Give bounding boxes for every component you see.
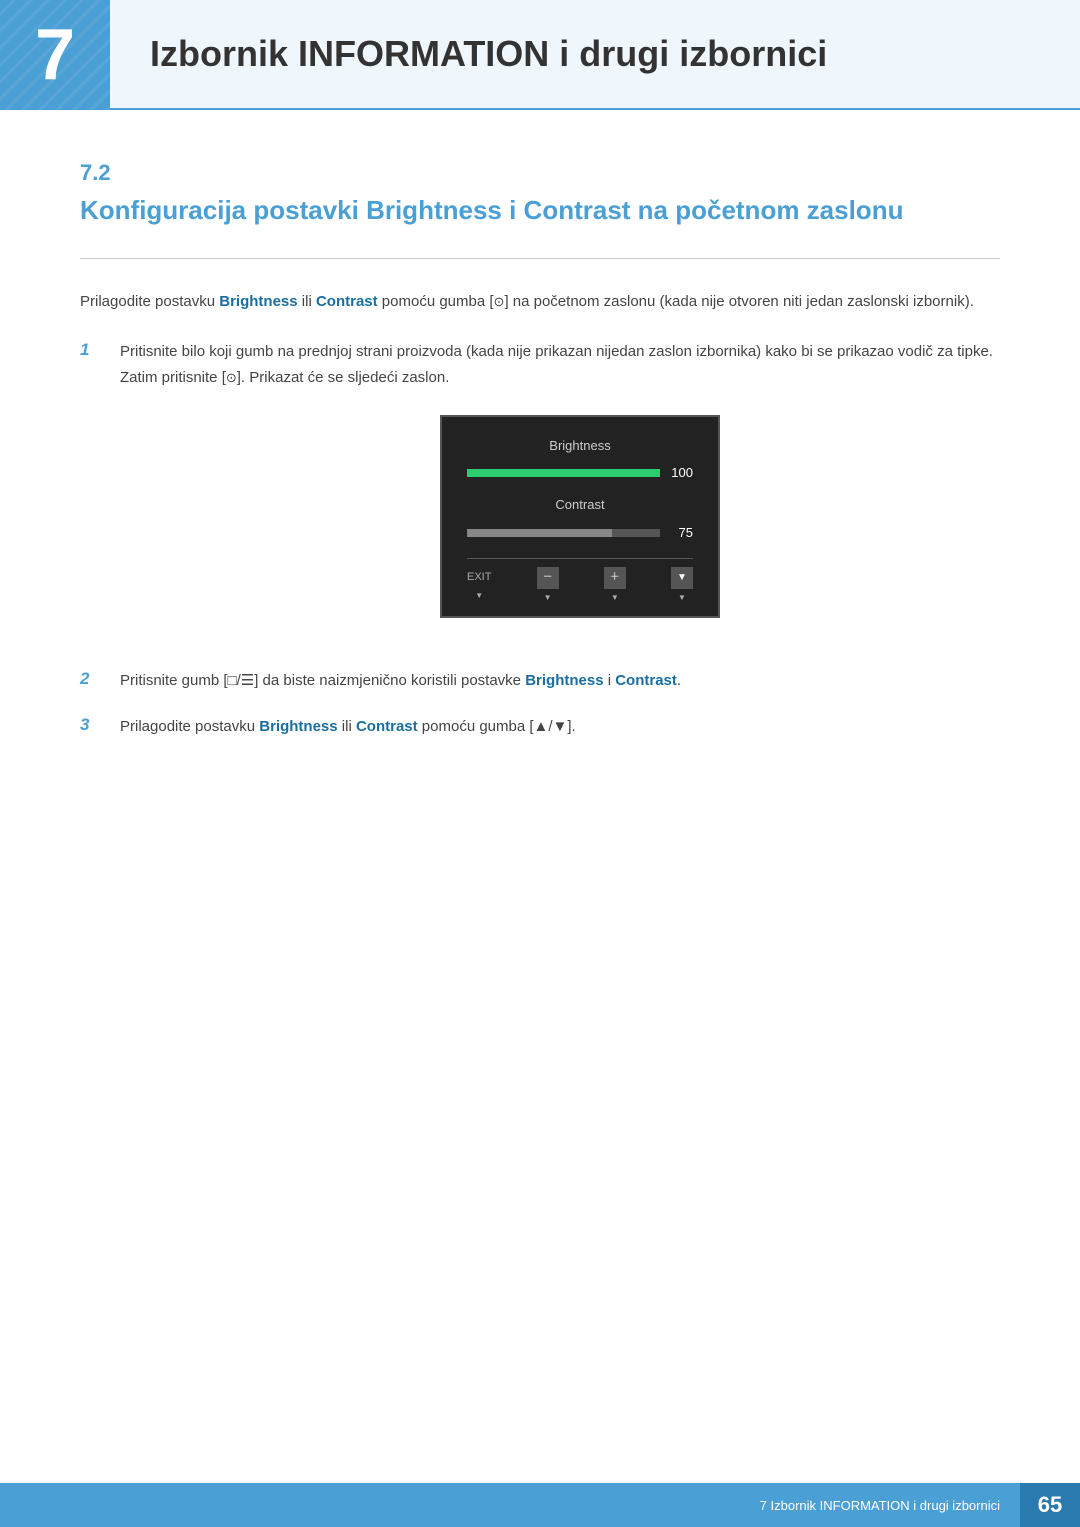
exit-arrow: ▼	[475, 589, 483, 603]
section-divider	[80, 258, 1000, 259]
main-content: 7.2 Konfiguracija postavki Brightness i …	[0, 110, 1080, 839]
menu-btn: ▼	[671, 567, 693, 589]
step-3-text: Prilagodite postavku Brightness ili Cont…	[120, 714, 1000, 740]
brightness-highlight: Brightness	[219, 293, 297, 310]
plus-col: ＋ ▼	[604, 567, 626, 605]
chapter-title-box: Izbornik INFORMATION i drugi izbornici	[110, 0, 1080, 110]
plus-btn: ＋	[604, 567, 626, 589]
brightness-value: 100	[668, 462, 693, 484]
contrast-bar-track	[467, 529, 660, 537]
minus-arrow: ▼	[544, 591, 552, 605]
menu-col: ▼ ▼	[671, 567, 693, 605]
section-heading: 7.2 Konfiguracija postavki Brightness i …	[80, 160, 1000, 228]
step-1-number: 1	[80, 340, 120, 360]
step-3-number: 3	[80, 715, 120, 735]
footer-page-number: 65	[1020, 1483, 1080, 1527]
contrast-row: Contrast 75	[467, 494, 693, 543]
brightness-label: Brightness	[467, 435, 693, 457]
page-footer: 7 Izbornik INFORMATION i drugi izbornici…	[0, 1483, 1080, 1527]
brightness-bar-fill	[467, 469, 660, 477]
minus-col: － ▼	[537, 567, 559, 605]
step-2-number: 2	[80, 669, 120, 689]
contrast-bar-fill	[467, 529, 612, 537]
brightness-bar-track	[467, 469, 660, 477]
chapter-title: Izbornik INFORMATION i drugi izbornici	[150, 33, 827, 75]
section-number: 7.2	[80, 160, 1000, 186]
step2-brightness: Brightness	[525, 672, 603, 689]
contrast-bar-container: 75	[467, 522, 693, 544]
steps-list: 1 Pritisnite bilo koji gumb na prednjoj …	[80, 339, 1000, 739]
contrast-value: 75	[668, 522, 693, 544]
contrast-label: Contrast	[467, 494, 693, 516]
step-1-text: Pritisnite bilo koji gumb na prednjoj st…	[120, 339, 1000, 648]
step-1: 1 Pritisnite bilo koji gumb na prednjoj …	[80, 339, 1000, 648]
step-2-text: Pritisnite gumb [□/☰] da biste naizmjeni…	[120, 668, 1000, 694]
exit-label: EXIT	[467, 568, 491, 587]
footer-text: 7 Izbornik INFORMATION i drugi izbornici	[760, 1498, 1020, 1513]
osd-screen: Brightness 100 Contrast	[440, 415, 720, 618]
step-3: 3 Prilagodite postavku Brightness ili Co…	[80, 714, 1000, 740]
step2-contrast: Contrast	[615, 672, 677, 689]
chapter-number-box: 7	[0, 0, 110, 110]
osd-footer: EXIT ▼ － ▼ ＋ ▼	[467, 558, 693, 605]
osd-container: Brightness 100 Contrast	[160, 415, 1000, 618]
menu-arrow: ▼	[678, 591, 686, 605]
section-title: Konfiguracija postavki Brightness i Cont…	[80, 194, 1000, 228]
page-header: 7 Izbornik INFORMATION i drugi izbornici	[0, 0, 1080, 110]
minus-btn: －	[537, 567, 559, 589]
contrast-highlight: Contrast	[316, 293, 378, 310]
intro-paragraph: Prilagodite postavku Brightness ili Cont…	[80, 289, 1000, 315]
step3-contrast: Contrast	[356, 718, 418, 735]
chapter-number: 7	[35, 19, 75, 91]
brightness-bar-container: 100	[467, 462, 693, 484]
step-2: 2 Pritisnite gumb [□/☰] da biste naizmje…	[80, 668, 1000, 694]
step3-brightness: Brightness	[259, 718, 337, 735]
brightness-row: Brightness 100	[467, 435, 693, 484]
plus-arrow: ▼	[611, 591, 619, 605]
exit-col: EXIT ▼	[467, 568, 491, 602]
